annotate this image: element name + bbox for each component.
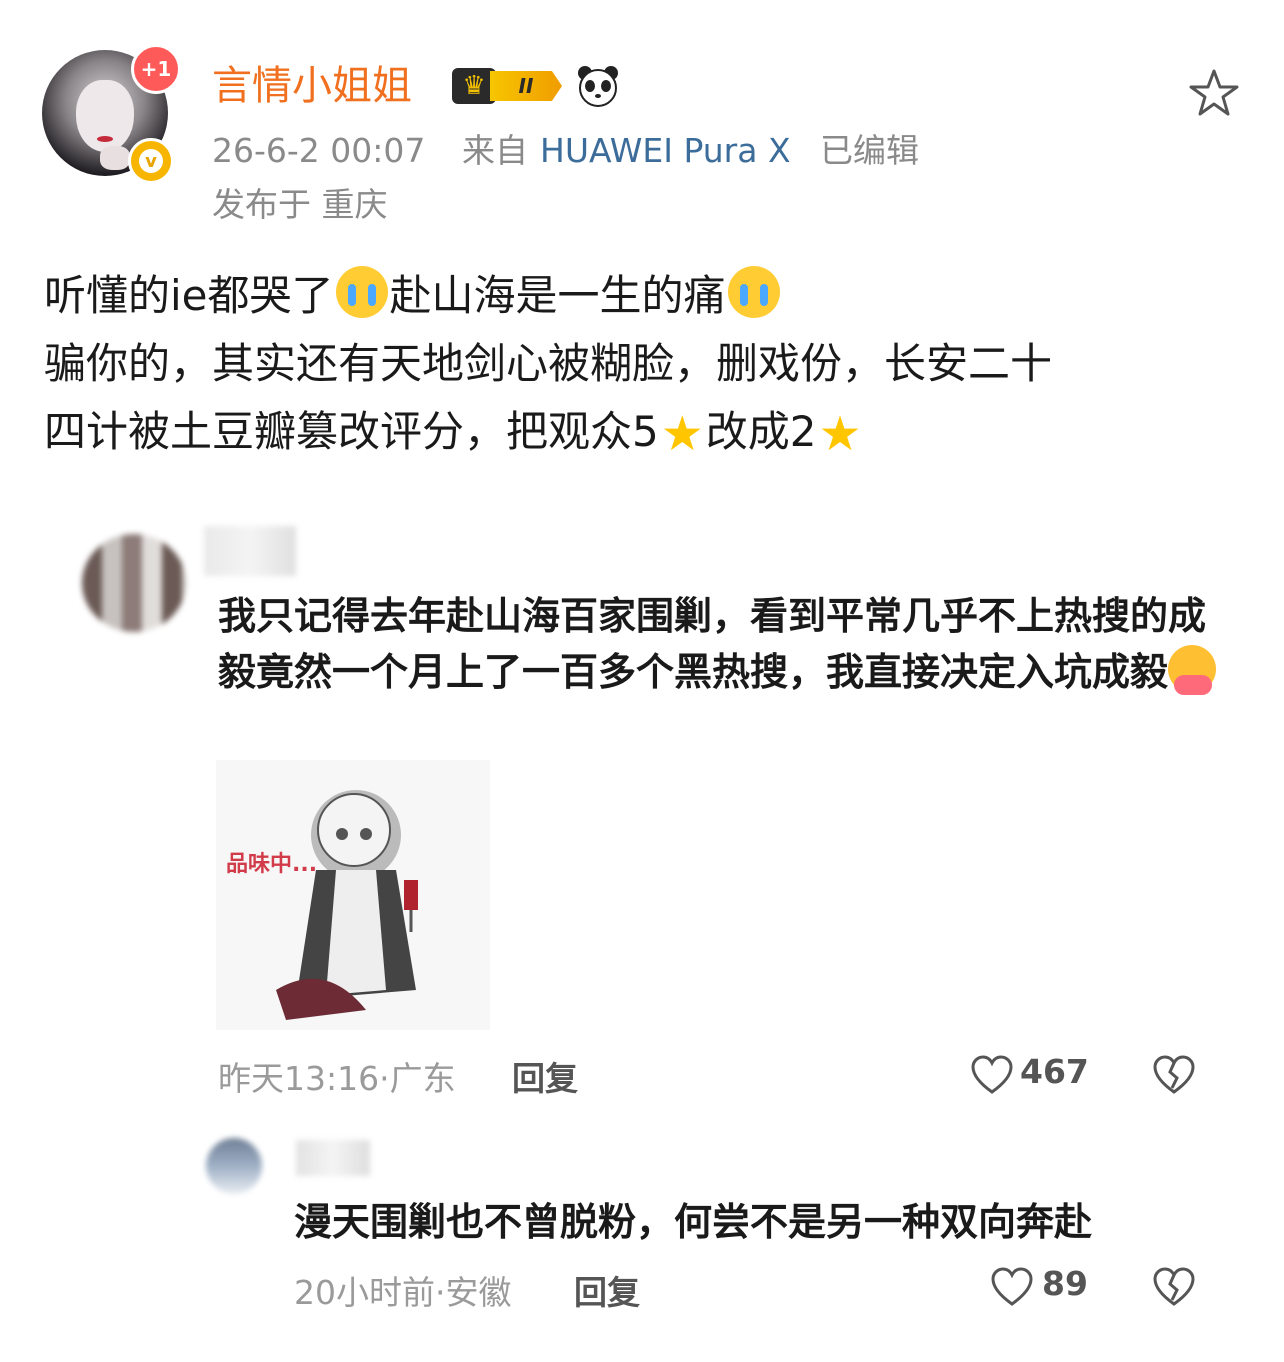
dislike-broken-heart-icon[interactable] <box>1152 1266 1196 1308</box>
reply-button[interactable]: 回复 <box>512 1052 578 1100</box>
reply-button[interactable]: 回复 <box>574 1266 640 1314</box>
author-name[interactable]: 言情小姐姐 <box>212 58 412 114</box>
dislike-broken-heart-icon[interactable] <box>1152 1054 1196 1096</box>
post-line-2: 骗你的，其实还有天地剑心被糊脸，删戏份，长安二十 <box>44 339 1053 388</box>
notification-badge: +1 <box>131 44 181 94</box>
anime-character-illustration <box>276 790 418 1020</box>
replier-avatar[interactable] <box>206 1138 262 1194</box>
post-location: 发布于 重庆 <box>212 185 388 224</box>
like-heart-icon[interactable] <box>990 1266 1034 1308</box>
device-link[interactable]: HUAWEI Pura X <box>540 128 791 174</box>
like-heart-icon[interactable] <box>970 1054 1014 1096</box>
verified-icon: v <box>128 138 174 184</box>
reply-time-location: 20小时前·安徽 <box>294 1273 512 1312</box>
comment-image[interactable]: 品味中... <box>216 760 490 1030</box>
favorite-star-icon[interactable] <box>1186 66 1242 122</box>
comment-text: 我只记得去年赴山海百家围剿，看到平常几乎不上热搜的成毅竟然一个月上了一百多个黑热… <box>218 588 1218 700</box>
level-badge: II <box>490 71 562 101</box>
panda-icon <box>578 66 618 107</box>
comment-time-location: 昨天13:16·广东 <box>218 1059 456 1098</box>
post-line-3: 四计被土豆瓣篡改评分，把观众5★改成2★ <box>44 398 1244 468</box>
image-caption: 品味中... <box>226 852 318 877</box>
star-emoji-icon: ★ <box>818 406 862 462</box>
star-emoji-icon: ★ <box>660 406 704 462</box>
crown-icon: ♛ <box>452 68 496 104</box>
like-count: 89 <box>1042 1264 1088 1303</box>
post-time: 26-6-2 00:07 <box>212 131 426 170</box>
post-line-1: 听懂的ie都哭了 赴山海是一生的痛 <box>44 262 1244 330</box>
replier-name[interactable] <box>296 1140 370 1176</box>
source-label: 来自 <box>462 131 528 170</box>
crying-emoji-icon <box>335 266 388 318</box>
reply-text: 漫天围剿也不曾脱粉，何尝不是另一种双向奔赴 <box>294 1200 1093 1244</box>
hug-emoji-icon <box>1168 645 1217 695</box>
edited-label[interactable]: 已编辑 <box>820 128 919 174</box>
commenter-avatar[interactable] <box>82 534 186 632</box>
crying-emoji-icon <box>727 266 780 318</box>
post-body: 听懂的ie都哭了 赴山海是一生的痛 骗你的，其实还有天地剑心被糊脸，删戏份，长安二… <box>44 262 1244 468</box>
like-count: 467 <box>1020 1052 1089 1091</box>
member-badge[interactable]: ♛ II <box>452 66 562 106</box>
commenter-name[interactable] <box>204 526 296 576</box>
